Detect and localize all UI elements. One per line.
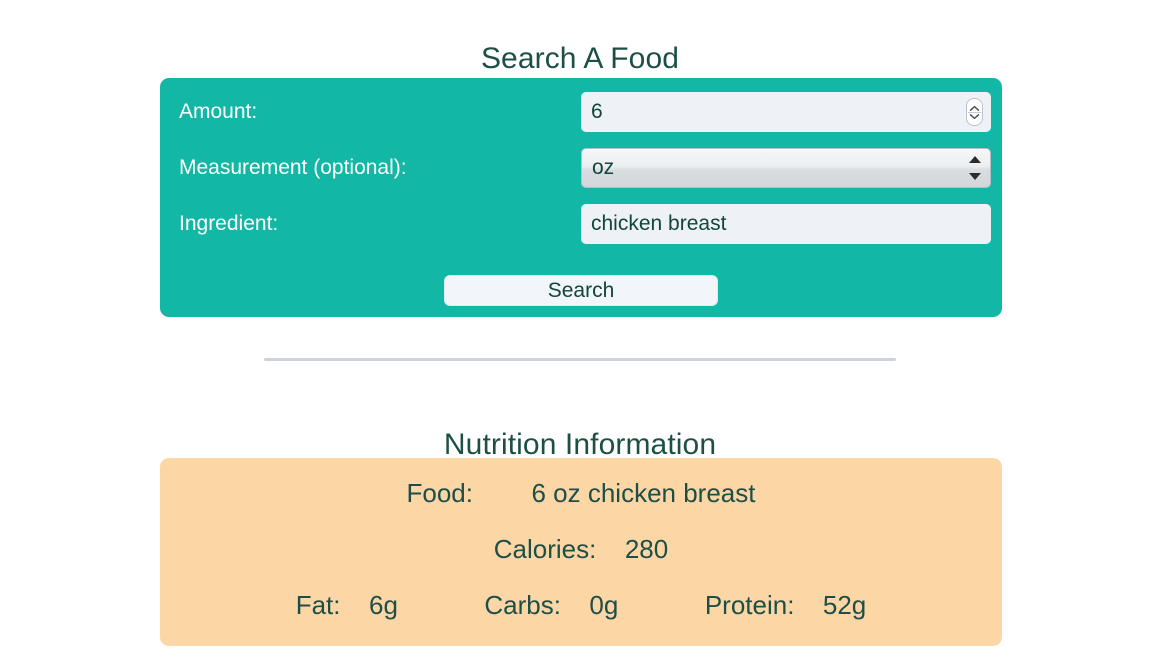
carbs-label: Carbs: [484, 590, 561, 620]
measurement-label: Measurement (optional): [179, 156, 407, 179]
ingredient-row: Ingredient: [160, 204, 1002, 244]
search-button[interactable]: Search [444, 275, 718, 306]
amount-label: Amount: [179, 100, 258, 123]
food-label: Food: [406, 478, 474, 508]
triangle-down-icon[interactable] [968, 173, 981, 180]
measurement-control: oz [581, 148, 991, 188]
nutrition-panel: Food: 6 oz chicken breast Calories: 280 … [160, 458, 1002, 646]
chevron-up-icon[interactable] [969, 105, 980, 112]
page-title: Search A Food [480, 42, 680, 76]
chevron-down-icon[interactable] [969, 113, 980, 120]
amount-stepper[interactable] [966, 98, 983, 126]
search-form-panel: Amount: 6 Measurement (optional): oz Ing… [160, 78, 1002, 317]
measurement-select[interactable]: oz [581, 148, 991, 188]
fat-value: 6g [368, 590, 398, 620]
amount-input-wrapper [581, 92, 991, 132]
food-value: 6 oz chicken breast [531, 478, 756, 508]
amount-input[interactable] [581, 92, 991, 132]
app-root: Search A Food Amount: 6 Measurement (opt… [0, 0, 1176, 668]
fat-label: Fat: [295, 590, 341, 620]
triangle-up-icon[interactable] [968, 156, 981, 163]
measurement-select-background [581, 148, 991, 188]
nutrition-calories-row: Calories: 280 [160, 534, 1002, 565]
ingredient-control [581, 204, 991, 244]
protein-label: Protein: [704, 590, 795, 620]
amount-row: Amount: [160, 92, 1002, 132]
calories-value: 280 [624, 534, 669, 564]
amount-control [581, 92, 991, 132]
nutrition-food-row: Food: 6 oz chicken breast [160, 478, 1002, 509]
measurement-row: Measurement (optional): oz [160, 148, 1002, 188]
ingredient-input[interactable] [581, 204, 991, 244]
nutrition-macros-row: Fat: 6g Carbs: 0g Protein: 52g [160, 590, 1002, 621]
protein-value: 52g [822, 590, 867, 620]
section-divider [264, 358, 896, 361]
ingredient-label: Ingredient: [179, 212, 279, 235]
carbs-value: 0g [589, 590, 619, 620]
nutrition-section-title: Nutrition Information [443, 427, 717, 461]
measurement-select-value: oz [592, 156, 615, 179]
select-arrows[interactable] [968, 156, 981, 180]
calories-label: Calories: [493, 534, 597, 564]
